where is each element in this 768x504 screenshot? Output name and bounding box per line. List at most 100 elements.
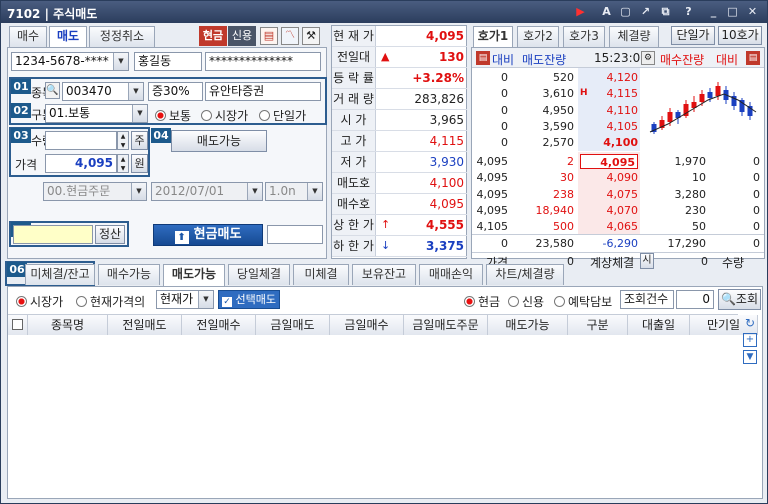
order-list-icon[interactable]: ▤ [260,27,278,45]
price-stepper[interactable]: ▲ ▼ [117,154,129,173]
select-all-checkbox[interactable] [8,315,28,335]
bottom-tab[interactable]: 미체결 [293,264,349,285]
price-row-label: 상 한 가 [332,215,376,235]
select-sell-toggle[interactable]: ✓ 선택매도 [218,290,280,309]
search-icon[interactable]: 🔍 [45,82,60,99]
query-button[interactable]: 🔍조회 [718,289,761,310]
sell-note-input[interactable] [267,225,323,244]
tab-sell[interactable]: 매도 [49,26,87,48]
wrench-icon[interactable]: ⚙ [641,51,655,65]
query-count-input[interactable]: 0 [676,290,714,309]
ask-diff: 0 [501,119,508,133]
bottom-tab[interactable]: 보유잔고 [352,264,416,285]
price-row: 매도호가 4,100 [332,173,467,210]
tab-hoga-1[interactable]: 호가1 [473,26,513,48]
price-row-value: 3,375 [426,239,464,253]
settle-input[interactable] [13,225,93,244]
tab-buy[interactable]: 매수 [9,26,47,47]
minimize-icon[interactable]: _ [706,4,721,19]
date-select[interactable]: 2012/07/01 ▼ [151,182,263,201]
ask-diff: 0 [501,71,508,84]
sell-able-button[interactable]: 매도가능 [171,130,267,152]
radio-market[interactable]: 시장가 [201,107,248,124]
order-type-select[interactable]: 01.보통 ▼ [45,104,148,123]
scroll-down-icon[interactable]: ▼ [743,350,757,364]
cash-toggle[interactable]: 현금 [199,26,227,46]
ask-qty: 2,570 [542,136,575,150]
add-icon[interactable]: + [743,333,757,347]
grid-column-header[interactable]: 금일매도주문 [404,315,488,335]
red-triangle-icon[interactable]: ▶ [573,4,588,19]
price-row-label: 등 락 률 [332,68,376,88]
grid-column-header[interactable]: 종목명 [28,315,108,335]
tab-hoga-2[interactable]: 호가2 [517,26,559,47]
close-icon[interactable]: ✕ [745,4,760,19]
filter-credit-radio[interactable]: 신용 [508,293,544,310]
ten-hoga-button[interactable]: 10호가 [718,26,762,45]
bottom-tab[interactable]: 당일체결 [228,264,290,285]
bottom-tab[interactable]: 매도가능 [163,264,225,286]
price-input[interactable]: 4,095 [45,154,117,173]
radio-single-price[interactable]: 단일가 [259,107,306,124]
restore-window-icon[interactable]: ▢ [618,4,633,19]
settle-button[interactable]: 정산 [95,225,125,244]
tab-modify-cancel[interactable]: 정정취소 [89,26,155,47]
filter-current-radio[interactable]: 현재가격의 [76,293,145,310]
quantity-input[interactable] [45,131,117,150]
cash-sell-button[interactable]: ⬆ 현금매도 [153,224,263,246]
badge-04: 04 [151,128,171,143]
export-icon[interactable]: ↗ [638,4,653,19]
bid-left-qty: 2 [567,155,574,168]
bid-diff: 0 [753,203,760,217]
refresh-icon[interactable]: ↻ [743,316,757,330]
grid-column-header[interactable]: 구분 [568,315,628,335]
grid-column-header[interactable]: 전일매수 [182,315,256,335]
order-window: 7102 | 주식매도 ▶ A ▢ ↗ ⧉ ? _ □ ✕ 매수 매도 정정취소… [0,0,768,504]
bid-left-price: 4,095 [476,171,509,185]
price-row: 하 한 가 ↓ 3,375 [332,236,467,257]
price-row-label: 고 가 [332,131,376,151]
single-price-button[interactable]: 단일가 [671,26,715,45]
ask-diff: 0 [501,136,508,150]
bid-qty: 10 [692,171,706,185]
expand-left-icon[interactable]: ▤ [476,51,490,65]
ask-qty: 520 [553,71,574,84]
price-row-mark: ▲ [381,50,390,63]
filter-deposit-radio[interactable]: 예탁담보 [554,293,612,310]
password-field[interactable]: ************** [205,52,321,71]
stock-code-select[interactable]: 003470 ▼ [62,82,144,101]
radio-normal[interactable]: 보통 [155,107,191,124]
account-select[interactable]: 1234-5678-**** ▼ [11,52,129,71]
quantity-stepper[interactable]: ▲ ▼ [117,131,129,150]
mini-candle-chart [649,82,757,134]
bottom-tab[interactable]: 미체결/잔고 [25,264,95,285]
font-icon[interactable]: A [599,4,614,19]
bid-diff: 0 [753,187,760,201]
grid-column-header[interactable]: 금일매수 [330,315,404,335]
grid-column-header[interactable]: 전일매도 [108,315,182,335]
popup-icon[interactable]: ⧉ [658,4,673,19]
bottom-tab[interactable]: 매수가능 [98,264,160,285]
current-price-select[interactable]: 현재가 ▼ [156,290,214,309]
bottom-tab[interactable]: 매매손익 [419,264,483,285]
bid-qty: 1,970 [674,155,707,168]
lot-select[interactable]: 1.0n ▼ [265,182,323,201]
grid-column-header[interactable]: 대출일 [628,315,690,335]
filter-market-radio[interactable]: 시장가 [16,293,63,310]
help-icon[interactable]: ? [681,4,696,19]
chart-icon[interactable]: 〽 [281,27,299,45]
tab-hoga-3[interactable]: 호가3 [563,26,605,47]
grid-column-header[interactable]: 금일매도 [256,315,330,335]
price-row-value: 4,100 [429,176,464,190]
bottom-tab[interactable]: 차트/체결량 [486,264,564,285]
expand-right-icon[interactable]: ▤ [746,51,760,65]
tab-trade-volume[interactable]: 체결량 [609,26,659,47]
bid-price: 4,065 [606,220,639,234]
ask-qty: 3,590 [542,119,575,133]
credit-toggle[interactable]: 신용 [228,26,256,46]
filter-cash-radio[interactable]: 현금 [464,293,500,310]
cash-order-select[interactable]: 00.현금주문 ▼ [43,182,147,201]
grid-column-header[interactable]: 매도가능 [488,315,568,335]
maximize-icon[interactable]: □ [725,4,740,19]
tool-icon[interactable]: ⚒ [302,27,320,45]
